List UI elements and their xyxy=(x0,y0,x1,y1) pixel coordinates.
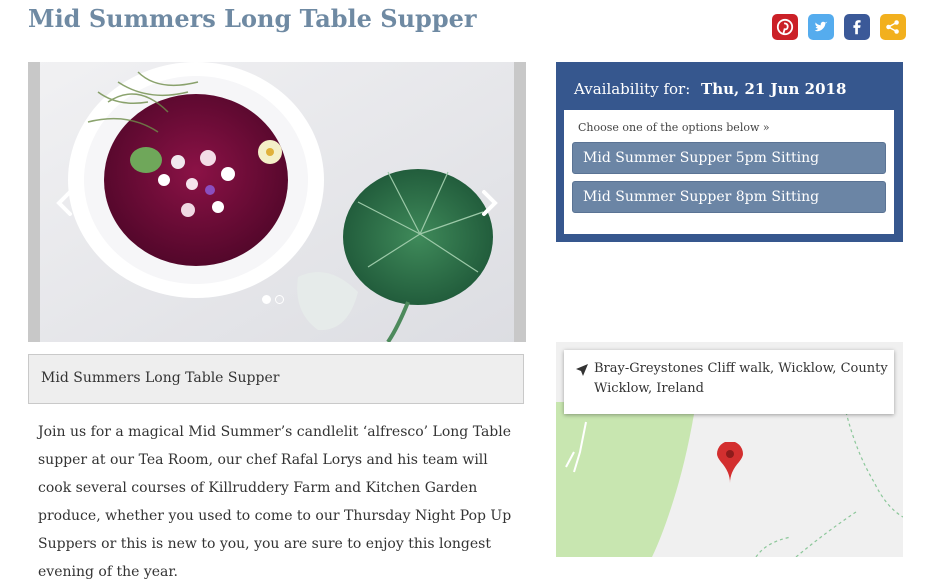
location-arrow-icon xyxy=(576,364,588,376)
facebook-share-button[interactable] xyxy=(844,14,870,40)
carousel-next-button[interactable] xyxy=(480,188,500,218)
availability-header: Availability for: Thu, 21 Jun 2018 xyxy=(574,80,846,98)
carousel-dot-1[interactable] xyxy=(262,295,271,304)
carousel-dot-2[interactable] xyxy=(275,295,284,304)
facebook-icon xyxy=(853,20,861,35)
availability-label: Availability for: xyxy=(574,80,691,98)
carousel-indicators xyxy=(262,295,284,304)
share-button[interactable] xyxy=(880,14,906,40)
availability-date: Thu, 21 Jun 2018 xyxy=(701,80,847,98)
image-carousel[interactable] xyxy=(28,62,526,342)
location-map[interactable]: Bray-Greystones Cliff walk, Wicklow, Cou… xyxy=(556,342,903,557)
location-address: Bray-Greystones Cliff walk, Wicklow, Cou… xyxy=(594,361,888,396)
caption-text: Mid Summers Long Table Supper xyxy=(41,370,280,386)
option-5pm-sitting-button[interactable]: Mid Summer Supper 5pm Sitting xyxy=(572,142,886,174)
option-8pm-sitting-button[interactable]: Mid Summer Supper 8pm Sitting xyxy=(572,181,886,213)
twitter-icon xyxy=(814,21,828,32)
availability-panel: Availability for: Thu, 21 Jun 2018 Choos… xyxy=(556,62,903,242)
carousel-prev-button[interactable] xyxy=(54,188,74,218)
twitter-share-button[interactable] xyxy=(808,14,834,40)
share-icon xyxy=(886,20,899,34)
choose-option-hint: Choose one of the options below » xyxy=(578,121,770,134)
availability-options: Choose one of the options below » Mid Su… xyxy=(564,110,894,234)
page-title: Mid Summers Long Table Supper xyxy=(28,4,477,33)
pinterest-icon xyxy=(776,18,794,36)
image-caption: Mid Summers Long Table Supper xyxy=(28,354,524,404)
pinterest-share-button[interactable] xyxy=(772,14,798,40)
event-description: Join us for a magical Mid Summer’s candl… xyxy=(38,424,512,580)
location-card: Bray-Greystones Cliff walk, Wicklow, Cou… xyxy=(564,350,894,414)
share-bar xyxy=(772,14,906,40)
map-pin-icon[interactable] xyxy=(717,442,743,484)
